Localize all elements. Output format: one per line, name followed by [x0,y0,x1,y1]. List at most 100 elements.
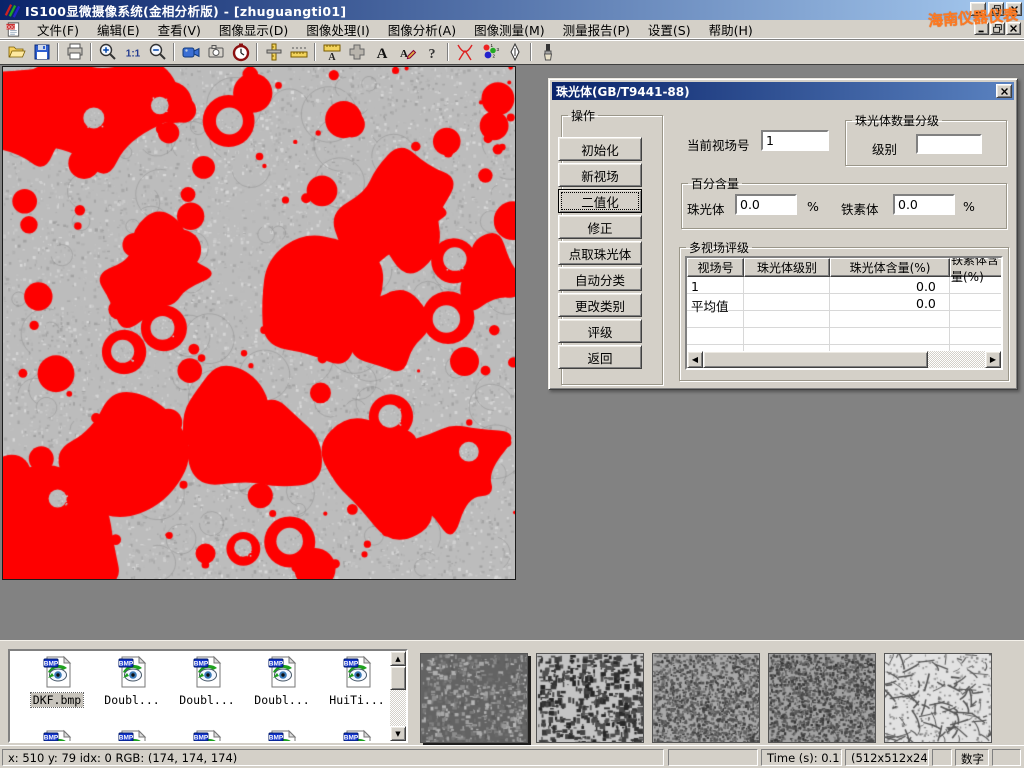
multifield-table[interactable]: 视场号 珠光体级别 珠光体含量(%) 铁素体含量(%) 1 0.0 平均值 0.… [685,256,1003,370]
svg-text:BMP: BMP [194,661,209,668]
curve-tool-button[interactable] [452,41,477,63]
file-item-partial[interactable]: BMP [20,729,94,743]
table-row-field[interactable]: 平均值 [687,296,733,315]
col-header-ferrite[interactable]: 铁素体含量(%) [950,258,1003,277]
thumbnail-4[interactable] [768,653,876,743]
title-bar: IS100显微摄像系统(金相分析版) - [zhuguangti01] [0,0,1024,20]
time-status: Time (s): 0.113 [761,749,842,766]
scrollbar-thumb[interactable] [390,666,406,690]
picker-tool-button[interactable] [502,41,527,63]
file-item-partial[interactable]: BMP [245,729,319,743]
percentage-group-label: 百分含量 [688,175,742,192]
colored-balls-icon: 132 [480,42,500,62]
horizontal-scrollbar[interactable]: ◀ ▶ [687,351,1001,368]
correct-button[interactable]: 修正 [558,215,642,239]
close-button[interactable] [1006,2,1022,16]
ferrite-percent-input[interactable] [893,194,955,215]
thumbnail-2[interactable] [536,653,644,743]
timer-button[interactable] [228,41,253,63]
menu-image-analysis[interactable]: 图像分析(A) [379,21,465,38]
measure-text-button[interactable]: A [319,41,344,63]
menu-image-display[interactable]: 图像显示(D) [210,21,297,38]
menu-edit[interactable]: 编辑(E) [88,21,149,38]
video-capture-button[interactable] [178,41,203,63]
child-close-button[interactable] [1006,22,1021,35]
file-name[interactable]: Doubl... [177,693,236,707]
scrollbar-thumb[interactable] [703,351,928,368]
toolbar-separator [57,43,59,61]
level-input[interactable] [916,134,982,154]
dialog-title-bar[interactable]: 珠光体(GB/T9441-88) [552,82,1014,100]
file-item[interactable]: BMPDoubl... [245,655,319,707]
new-field-button[interactable]: 新视场 [558,163,642,187]
table-row-pearlite[interactable]: 0.0 [912,279,940,294]
rate-button[interactable]: 评级 [558,319,642,343]
scroll-up-button[interactable]: ▲ [390,651,406,666]
menu-settings[interactable]: 设置(S) [639,21,700,38]
vertical-scrollbar[interactable]: ▲▼ [390,651,406,741]
zoom-out-button[interactable] [145,41,170,63]
restore-button[interactable] [988,2,1004,16]
file-name[interactable]: HuiTi... [327,693,386,707]
dialog-close-button[interactable] [996,84,1012,98]
thumbnail-5[interactable] [884,653,992,743]
metallograph-image[interactable] [2,66,516,580]
return-button[interactable]: 返回 [558,345,642,369]
col-header-pearlite[interactable]: 珠光体含量(%) [830,258,950,277]
scroll-down-button[interactable]: ▼ [390,726,406,741]
pearlite-percent-input[interactable] [735,194,797,215]
menu-help[interactable]: 帮助(H) [700,21,762,38]
file-item[interactable]: BMPDoubl... [95,655,169,707]
col-header-field[interactable]: 视场号 [687,258,744,277]
menu-view[interactable]: 查看(V) [149,21,210,38]
pick-pearlite-button[interactable]: 点取珠光体 [558,241,642,265]
file-item[interactable]: BMPDKF.bmp [20,655,94,707]
file-item-partial[interactable]: BMP [320,729,394,743]
text-button[interactable]: A [369,41,394,63]
binarize-button[interactable]: 二值化 [558,189,642,213]
menu-image-measure[interactable]: 图像测量(M) [465,21,554,38]
table-row-field[interactable]: 1 [687,279,703,294]
file-name[interactable]: Doubl... [102,693,161,707]
help-button[interactable]: ? [419,41,444,63]
save-button[interactable] [29,41,54,63]
table-row-pearlite[interactable]: 0.0 [912,296,940,311]
col-header-grade[interactable]: 珠光体级别 [744,258,830,277]
close-icon [1008,23,1019,34]
thumbnail-1[interactable] [420,653,528,743]
brush-tool-button[interactable] [535,41,560,63]
file-item-partial[interactable]: BMP [170,729,244,743]
file-item[interactable]: BMPHuiTi... [320,655,394,707]
current-field-input[interactable] [761,130,829,151]
menu-image-processing[interactable]: 图像处理(I) [297,21,378,38]
caliper-button[interactable] [261,41,286,63]
initialize-button[interactable]: 初始化 [558,137,642,161]
classify-tool-button[interactable]: 132 [477,41,502,63]
auto-classify-button[interactable]: 自动分类 [558,267,642,291]
file-item-partial[interactable]: BMP [95,729,169,743]
minimize-button[interactable] [970,2,986,16]
thumbnail-3[interactable] [652,653,760,743]
menu-file[interactable]: 文件(F) [28,21,88,38]
actual-size-button[interactable]: 1:1 [120,41,145,63]
file-item[interactable]: BMP Doubl... [170,655,244,707]
print-button[interactable] [62,41,87,63]
zoom-in-button[interactable] [95,41,120,63]
text-icon: A [372,42,392,62]
snapshot-button[interactable] [203,41,228,63]
ruler-button[interactable] [286,41,311,63]
scroll-right-button[interactable]: ▶ [985,351,1001,368]
file-name[interactable]: Doubl... [252,693,311,707]
child-minimize-button[interactable] [974,22,989,35]
annotate-button[interactable]: A [394,41,419,63]
change-class-button[interactable]: 更改类别 [558,293,642,317]
child-restore-button[interactable] [990,22,1005,35]
file-list[interactable]: BMPDKF.bmpBMPDoubl...BMPDoubl...BMPDoubl… [8,649,408,743]
file-name[interactable]: DKF.bmp [31,693,83,707]
scroll-left-button[interactable]: ◀ [687,351,703,368]
svg-text:1:1: 1:1 [125,49,140,60]
open-button[interactable] [4,41,29,63]
pattern-button[interactable] [344,41,369,63]
scrollbar-track[interactable] [928,351,985,368]
menu-measure-report[interactable]: 测量报告(P) [554,21,639,38]
